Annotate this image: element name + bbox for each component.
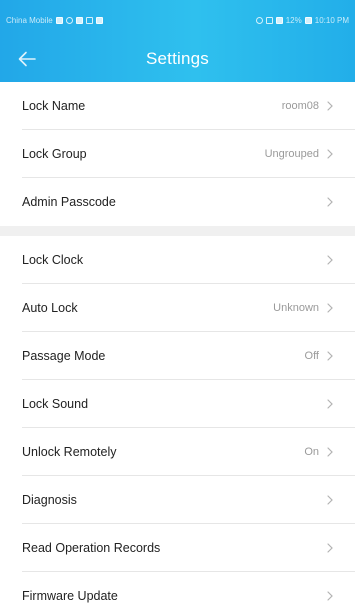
app-header: China Mobile 12% 10:10 PM Settings (0, 0, 355, 82)
chevron-right-icon (327, 447, 333, 457)
setting-label: Lock Group (22, 147, 87, 161)
setting-label: Lock Clock (22, 253, 84, 267)
setting-value: Off (304, 350, 319, 362)
back-button[interactable] (12, 44, 42, 74)
signal-icon (275, 16, 283, 24)
setting-right (319, 543, 333, 553)
setting-label: Passage Mode (22, 349, 106, 363)
chevron-right-icon (327, 543, 333, 553)
setting-row-diagnosis[interactable]: Diagnosis (0, 476, 355, 524)
setting-value: Unknown (273, 302, 319, 314)
message-icon (85, 16, 93, 24)
chevron-right-icon (327, 495, 333, 505)
battery-icon (304, 16, 312, 24)
carrier-name: China Mobile (6, 15, 53, 25)
notification-icon (55, 16, 63, 24)
photo-icon (95, 16, 103, 24)
setting-row-lock-name[interactable]: Lock Name room08 (0, 82, 355, 130)
setting-right: Unknown (273, 302, 333, 314)
setting-row-auto-lock[interactable]: Auto Lock Unknown (0, 284, 355, 332)
settings-screen: China Mobile 12% 10:10 PM Settings Lock … (0, 0, 355, 609)
setting-label: Lock Sound (22, 397, 89, 411)
setting-row-admin-passcode[interactable]: Admin Passcode (0, 178, 355, 226)
setting-value: room08 (281, 100, 319, 112)
chevron-right-icon (327, 101, 333, 111)
arrow-left-icon (18, 51, 36, 67)
setting-row-passage-mode[interactable]: Passage Mode Off (0, 332, 355, 380)
setting-right (319, 255, 333, 265)
status-bar: China Mobile 12% 10:10 PM (0, 0, 355, 40)
chevron-right-icon (327, 399, 333, 409)
setting-right (319, 399, 333, 409)
chevron-right-icon (327, 255, 333, 265)
setting-right: Off (305, 350, 333, 362)
setting-row-lock-clock[interactable]: Lock Clock (0, 236, 355, 284)
battery-percent: 12% (285, 15, 302, 25)
setting-right (319, 591, 333, 601)
setting-value: Ungrouped (264, 148, 319, 160)
settings-group-2: Lock Clock Auto Lock Unknown Passage Mod… (0, 236, 355, 609)
status-right: 12% 10:10 PM (255, 15, 349, 25)
setting-label: Firmware Update (22, 589, 118, 603)
setting-label: Diagnosis (22, 493, 77, 507)
page-title: Settings (145, 49, 210, 68)
status-time: 10:10 PM (314, 15, 349, 25)
wifi-icon (265, 16, 273, 24)
setting-right (319, 495, 333, 505)
setting-row-lock-sound[interactable]: Lock Sound (0, 380, 355, 428)
setting-label: Admin Passcode (22, 195, 116, 209)
setting-label: Auto Lock (22, 301, 78, 315)
status-left: China Mobile (6, 16, 103, 25)
chevron-right-icon (327, 303, 333, 313)
setting-row-unlock-remotely[interactable]: Unlock Remotely On (0, 428, 355, 476)
setting-right (319, 197, 333, 207)
chevron-right-icon (327, 149, 333, 159)
setting-label: Read Operation Records (22, 541, 161, 555)
setting-right: room08 (282, 100, 333, 112)
sync-icon (65, 16, 73, 24)
app-icon (75, 16, 83, 24)
setting-right: Ungrouped (265, 148, 333, 160)
setting-value: On (304, 446, 319, 458)
setting-row-read-operation-records[interactable]: Read Operation Records (0, 524, 355, 572)
chevron-right-icon (327, 351, 333, 361)
chevron-right-icon (327, 591, 333, 601)
settings-group-1: Lock Name room08 Lock Group Ungrouped Ad… (0, 82, 355, 226)
setting-right: On (304, 446, 333, 458)
bluetooth-icon (255, 16, 263, 24)
nav-bar: Settings (0, 36, 355, 82)
chevron-right-icon (327, 197, 333, 207)
setting-row-lock-group[interactable]: Lock Group Ungrouped (0, 130, 355, 178)
setting-label: Lock Name (22, 99, 86, 113)
setting-label: Unlock Remotely (22, 445, 117, 459)
setting-row-firmware-update[interactable]: Firmware Update (0, 572, 355, 609)
